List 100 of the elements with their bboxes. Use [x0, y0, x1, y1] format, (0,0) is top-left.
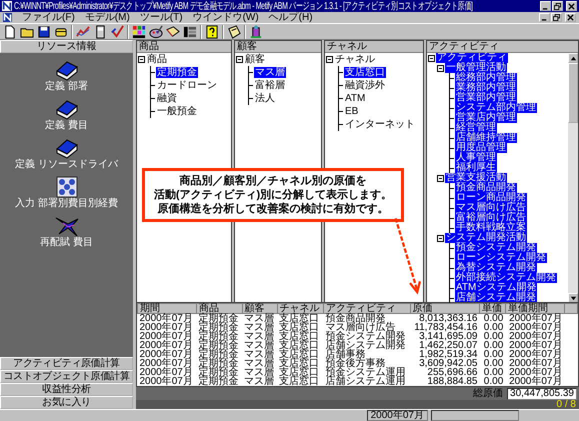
- column-header[interactable]: 期間: [138, 304, 197, 314]
- close-icon: [567, 14, 574, 21]
- column-header[interactable]: アクティビティ: [324, 304, 410, 314]
- book-icon: [54, 98, 78, 120]
- minimize-button[interactable]: [539, 13, 550, 22]
- scroll-up-button[interactable]: [568, 53, 578, 63]
- restore-button[interactable]: [552, 1, 563, 11]
- callout-text: 商品別／顧客別／チャネル別の原価を: [180, 174, 366, 188]
- panel-header: チャネル: [325, 41, 423, 53]
- scroll-down-button[interactable]: [568, 293, 578, 303]
- list-icon[interactable]: [183, 24, 197, 38]
- book-icon: [54, 137, 78, 159]
- close-button[interactable]: [565, 13, 576, 22]
- tree-item[interactable]: 融資: [156, 93, 178, 104]
- table-cell-text: 0.00: [482, 359, 504, 368]
- table-cell-text: 定期預金: [198, 341, 240, 350]
- chart-icon[interactable]: [76, 24, 90, 38]
- table-cell-text: 0.00: [482, 377, 504, 386]
- table-cell: 定期預金: [196, 314, 242, 323]
- sidebar-item[interactable]: 定義 部署: [45, 59, 88, 92]
- tree-item[interactable]: 福利厚生: [455, 163, 497, 173]
- table-cell-text: 2000年07月: [508, 350, 564, 359]
- help-icon[interactable]: [205, 24, 219, 38]
- tree-item[interactable]: アクティビティ: [436, 53, 508, 63]
- restore-button[interactable]: [551, 13, 562, 22]
- tree-item[interactable]: 支店窓口: [344, 67, 386, 78]
- tree-item[interactable]: カードローン: [156, 80, 218, 91]
- sidebar-item[interactable]: 定義 費目: [45, 98, 88, 131]
- note-icon[interactable]: [227, 24, 241, 38]
- column-header[interactable]: 単価: [479, 304, 506, 314]
- expander-icon[interactable]: [437, 174, 444, 182]
- navigation-button[interactable]: お気に入り: [0, 396, 133, 409]
- tree-item[interactable]: 商品: [146, 54, 168, 65]
- menu-item[interactable]: ファイル(F): [22, 12, 75, 23]
- column-header[interactable]: チャネル: [277, 304, 324, 314]
- menu-item[interactable]: ウインドウ(W): [192, 12, 259, 23]
- tree-item[interactable]: 定期預金: [156, 67, 198, 78]
- expander-icon[interactable]: [326, 56, 333, 63]
- expander-icon[interactable]: [236, 56, 243, 63]
- scrollbar-thumb[interactable]: [568, 63, 578, 123]
- tree-item[interactable]: 用度品管理: [455, 143, 507, 153]
- navigation-button[interactable]: アクティビティ原価計算: [0, 357, 133, 370]
- status-period: 2000年07月: [366, 410, 428, 421]
- minimize-button[interactable]: [540, 1, 551, 11]
- expander-icon[interactable]: [437, 64, 444, 72]
- table-cell-text: 0.00: [482, 341, 504, 350]
- document-icon[interactable]: [3, 13, 12, 22]
- expander-icon[interactable]: [138, 56, 145, 63]
- tree-item[interactable]: マス層向け広告: [455, 203, 527, 213]
- tree-item[interactable]: 経営管理: [455, 123, 497, 133]
- scrollbar[interactable]: [568, 53, 578, 303]
- table-cell: 店舗事務: [324, 350, 410, 359]
- color-grid-icon[interactable]: [132, 24, 146, 38]
- navigation-button[interactable]: 収益性分析: [0, 383, 133, 396]
- menu-item[interactable]: ヘルプ(H): [268, 12, 313, 23]
- save-icon[interactable]: [37, 24, 51, 38]
- tree-item[interactable]: 人事管理: [455, 153, 497, 163]
- tree-item[interactable]: 顧客: [244, 54, 266, 65]
- tree-item[interactable]: 店舗システム開発: [455, 293, 537, 303]
- open-book-icon[interactable]: [166, 24, 180, 38]
- tree-item[interactable]: 一般預金: [156, 106, 198, 117]
- expander-icon[interactable]: [428, 54, 435, 62]
- sidebar-item[interactable]: 定義 リソースドライバ: [15, 137, 118, 170]
- table-cell-text: 2000年07月: [508, 341, 564, 350]
- tree-item[interactable]: ATM: [344, 93, 366, 104]
- expander-icon[interactable]: [437, 234, 444, 242]
- menu-item[interactable]: ツール(T): [140, 12, 183, 23]
- tree-item[interactable]: 融資渉外: [344, 80, 386, 91]
- tree-item[interactable]: 手数料戦略立案: [455, 223, 527, 233]
- column-header[interactable]: 原価: [410, 304, 480, 314]
- sidebar-item[interactable]: 再配賦 費目: [40, 215, 93, 248]
- sidebar-item[interactable]: 入力 部署別費目別経費: [15, 176, 118, 209]
- navigation-button[interactable]: コストオブジェクト原価計算: [0, 370, 133, 383]
- down-arrow-icon: [570, 294, 576, 302]
- tree-item[interactable]: 富裕層: [254, 80, 286, 91]
- table-cell-text: 2000年07月: [138, 323, 194, 332]
- tree-item[interactable]: チャネル: [334, 54, 376, 65]
- tree-item[interactable]: ATMシステム開発: [455, 283, 538, 293]
- check-icon[interactable]: [110, 24, 124, 38]
- tree-item[interactable]: 営業店内管理: [455, 113, 517, 123]
- palette-icon[interactable]: [149, 24, 163, 38]
- tree-item[interactable]: 営業部内管理: [455, 93, 517, 103]
- table-cell: マス層: [242, 314, 278, 323]
- tree-item[interactable]: 業務部内管理: [455, 83, 517, 93]
- tree-item[interactable]: 一般管理活動: [445, 63, 507, 73]
- figure-icon[interactable]: [249, 24, 263, 38]
- tree-item[interactable]: 富裕層向け広告: [455, 213, 527, 223]
- tree-item[interactable]: 為替システム開発: [455, 263, 537, 273]
- column-header[interactable]: 単価期間: [505, 304, 564, 314]
- menu-item[interactable]: モデル(M): [84, 12, 130, 23]
- app-icon: [2, 1, 12, 11]
- table-cell-text: 支店窓口: [278, 323, 320, 332]
- table-cell: 2000年07月: [138, 314, 197, 323]
- tree-item[interactable]: EB: [344, 106, 360, 117]
- tree-item[interactable]: 法人: [254, 93, 276, 104]
- tree-item[interactable]: システム開発活動: [445, 233, 527, 243]
- close-button[interactable]: [566, 1, 577, 11]
- table-cell-text: マス層: [243, 323, 276, 332]
- tree-item[interactable]: マス層: [254, 67, 286, 78]
- tree-item[interactable]: インターネット: [344, 119, 416, 130]
